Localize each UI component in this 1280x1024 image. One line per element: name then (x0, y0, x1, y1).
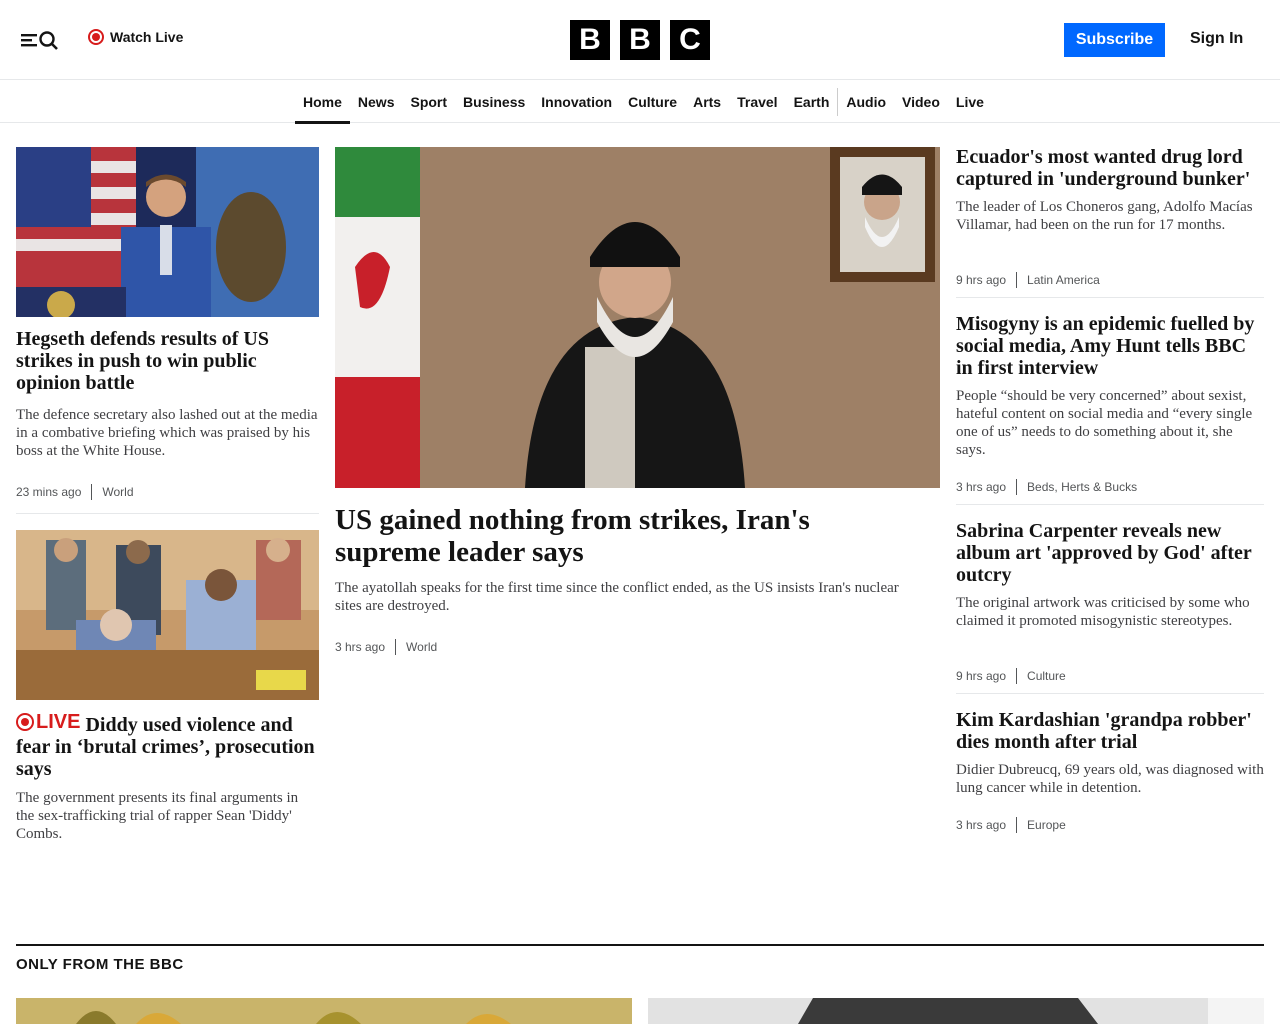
story-divider (16, 513, 319, 514)
story-divider (956, 693, 1264, 694)
nav-item-earth[interactable]: Earth (786, 81, 838, 123)
feature-image-archive[interactable] (648, 998, 1264, 1024)
nav-item-business[interactable]: Business (455, 81, 533, 123)
story-section-link[interactable]: World (102, 485, 133, 499)
main-story-image[interactable] (335, 147, 940, 488)
story-summary: The original artwork was criticised by s… (956, 595, 1250, 629)
section-rule (16, 944, 1264, 946)
story-section-link[interactable]: World (406, 640, 437, 654)
story-image-hegseth[interactable] (16, 147, 319, 317)
story-headline[interactable]: Sabrina Carpenter reveals new album art … (956, 520, 1256, 586)
story-meta: 9 hrs ago Culture (956, 668, 1066, 684)
logo-letter-b2: B (620, 20, 660, 60)
story-headline[interactable]: Kim Kardashian 'grandpa robber' dies mon… (956, 709, 1256, 753)
story-summary: The leader of Los Choneros gang, Adolfo … (956, 199, 1253, 233)
nav-item-culture[interactable]: Culture (620, 81, 685, 123)
story-timestamp: 3 hrs ago (956, 480, 1007, 494)
story-summary: The government presents its final argume… (16, 790, 299, 842)
story-image-court-sketch[interactable] (16, 530, 319, 700)
main-nav: Home News Sport Business Innovation Cult… (0, 81, 1280, 124)
search-icon (39, 31, 58, 50)
live-label: LIVE (36, 711, 81, 733)
meta-divider (1016, 817, 1018, 833)
story-meta: 23 mins ago World (16, 484, 134, 500)
story-divider (956, 504, 1264, 505)
story-section-link[interactable]: Beds, Herts & Bucks (1027, 480, 1137, 494)
logo-letter-b1: B (570, 20, 610, 60)
bbc-logo[interactable]: B B C (570, 20, 710, 60)
main-story-headline[interactable]: US gained nothing from strikes, Iran's s… (335, 504, 895, 568)
section-title: ONLY FROM THE BBC (16, 956, 184, 973)
story-section-link[interactable]: Latin America (1027, 273, 1100, 287)
watch-live-label: Watch Live (110, 29, 184, 45)
nav-item-home[interactable]: Home (295, 81, 350, 124)
subscribe-button[interactable]: Subscribe (1064, 23, 1165, 57)
story-headline[interactable]: Misogyny is an epidemic fuelled by socia… (956, 313, 1264, 379)
site-header: Watch Live B B C Subscribe Sign In (0, 0, 1280, 80)
story-timestamp: 3 hrs ago (335, 640, 386, 654)
meta-divider (91, 484, 93, 500)
meta-divider (1016, 668, 1018, 684)
story-headline[interactable]: Ecuador's most wanted drug lord captured… (956, 146, 1256, 190)
nav-item-travel[interactable]: Travel (729, 81, 785, 123)
meta-divider (1016, 479, 1018, 495)
meta-divider (395, 639, 397, 655)
nav-item-news[interactable]: News (350, 81, 403, 123)
story-summary: The defence secretary also lashed out at… (16, 407, 318, 459)
story-section-link[interactable]: Europe (1027, 818, 1066, 832)
story-meta: 3 hrs ago Beds, Herts & Bucks (956, 479, 1137, 495)
story-summary: Didier Dubreucq, 69 years old, was diagn… (956, 762, 1264, 796)
live-story-headline[interactable]: LIVE Diddy used violence and fear in ‘br… (16, 711, 316, 780)
feature-image-sunflowers[interactable] (16, 998, 632, 1024)
story-headline[interactable]: Hegseth defends results of US strikes in… (16, 328, 316, 394)
nav-item-live[interactable]: Live (948, 81, 992, 123)
story-summary: People “should be very concerned” about … (956, 388, 1253, 458)
nav-item-sport[interactable]: Sport (402, 81, 455, 123)
story-timestamp: 3 hrs ago (956, 818, 1007, 832)
nav-item-video[interactable]: Video (894, 81, 948, 123)
live-indicator-icon (88, 29, 104, 45)
menu-icon (21, 34, 37, 47)
menu-search-button[interactable] (20, 28, 64, 52)
story-timestamp: 9 hrs ago (956, 669, 1007, 683)
live-badge: LIVE (16, 711, 80, 733)
nav-item-audio[interactable]: Audio (838, 81, 894, 123)
story-timestamp: 23 mins ago (16, 485, 82, 499)
story-timestamp: 9 hrs ago (956, 273, 1007, 287)
story-meta: 9 hrs ago Latin America (956, 272, 1100, 288)
nav-item-innovation[interactable]: Innovation (533, 81, 620, 123)
watch-live-link[interactable]: Watch Live (88, 29, 183, 45)
meta-divider (1016, 272, 1018, 288)
main-story-summary: The ayatollah speaks for the first time … (335, 580, 899, 614)
logo-letter-c: C (670, 20, 710, 60)
story-meta: 3 hrs ago Europe (956, 817, 1066, 833)
sign-in-link[interactable]: Sign In (1190, 30, 1243, 48)
story-divider (956, 297, 1264, 298)
story-section-link[interactable]: Culture (1027, 669, 1066, 683)
main-story-meta: 3 hrs ago World (335, 639, 437, 655)
nav-item-arts[interactable]: Arts (685, 81, 729, 123)
live-indicator-icon (16, 713, 34, 731)
